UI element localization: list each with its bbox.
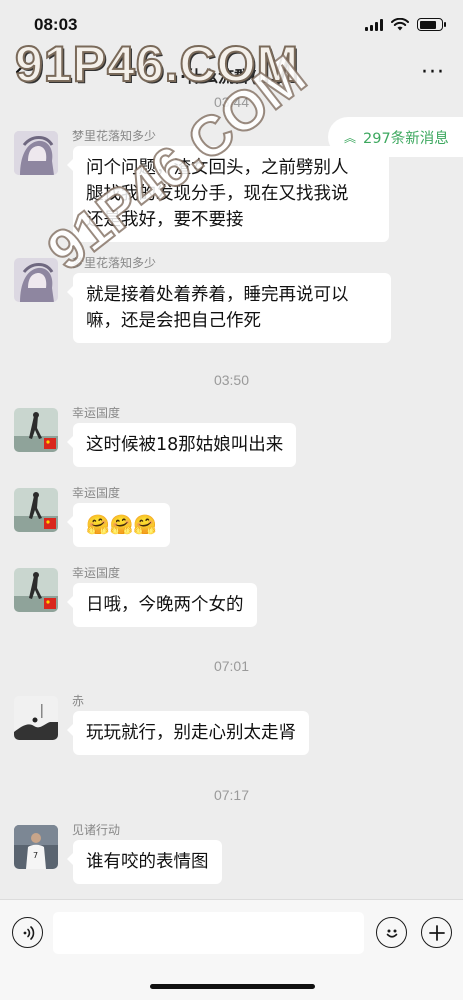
message-line: 日哦，今晚两个女的 (86, 595, 244, 615)
message-line: 这时候被18那姑娘叫出来 (86, 435, 284, 455)
avatar[interactable] (14, 131, 58, 175)
sender-name: 见诸行动 (72, 823, 121, 837)
avatar[interactable] (14, 696, 58, 740)
plus-button[interactable] (421, 917, 452, 948)
voice-icon (23, 925, 34, 940)
message-bubble[interactable]: 🤗🤗🤗 (67, 503, 170, 547)
message-bubble[interactable]: 玩玩就行，别走心别太走肾 (67, 711, 309, 755)
home-indicator (150, 984, 315, 989)
avatar[interactable]: 7 (14, 825, 58, 869)
svg-text:7: 7 (33, 851, 38, 860)
sender-name: 赤 (72, 694, 85, 708)
new-messages-label: 297条新消息 (363, 130, 449, 147)
message-line: 就是接着处着养着，睡完再说可以 (86, 285, 349, 305)
avatar[interactable] (14, 258, 58, 302)
avatar[interactable] (14, 488, 58, 532)
message-input[interactable] (53, 912, 364, 954)
sender-name: 幸运国度 (72, 406, 121, 420)
emoji-icon (386, 929, 397, 938)
message-line: 嘛，还是会把自己作死 (86, 311, 261, 331)
message-bubble[interactable]: 就是接着处着养着，睡完再说可以 嘛，还是会把自己作死 (67, 273, 391, 343)
timestamp: 07:17 (213, 787, 250, 803)
emoji-line: 🤗🤗🤗 (86, 514, 157, 536)
avatar[interactable] (14, 408, 58, 452)
status-time: 08:03 (34, 15, 78, 34)
more-options-button[interactable]: ··· (421, 60, 445, 85)
message-bubble[interactable]: 日哦，今晚两个女的 (67, 583, 257, 627)
message-bubble[interactable]: 谁有咬的表情图 (67, 840, 222, 884)
status-icons (365, 18, 446, 31)
voice-button[interactable] (12, 917, 43, 948)
sender-name: 梦里花落知多少 (72, 129, 157, 143)
message-bubble[interactable]: 这时候被18那姑娘叫出来 (66, 423, 297, 467)
new-messages-button[interactable]: ︽ 297条新消息 (328, 117, 463, 157)
signal-icon (365, 18, 383, 31)
message-line: 谁有咬的表情图 (86, 852, 209, 872)
plus-icon (428, 924, 445, 941)
timestamp: 07:01 (213, 658, 250, 674)
battery-icon (417, 18, 446, 31)
sender-name: 幸运国度 (72, 486, 121, 500)
input-bar (0, 899, 463, 1000)
wifi-icon (391, 18, 409, 31)
double-chevron-up-icon: ︽ (344, 130, 357, 145)
timestamp: 03:50 (213, 372, 250, 388)
sender-name: 幸运国度 (72, 566, 121, 580)
emoji-button[interactable] (376, 917, 407, 948)
message-line: 玩玩就行，别走心别太走肾 (86, 723, 296, 743)
avatar[interactable] (14, 568, 58, 612)
